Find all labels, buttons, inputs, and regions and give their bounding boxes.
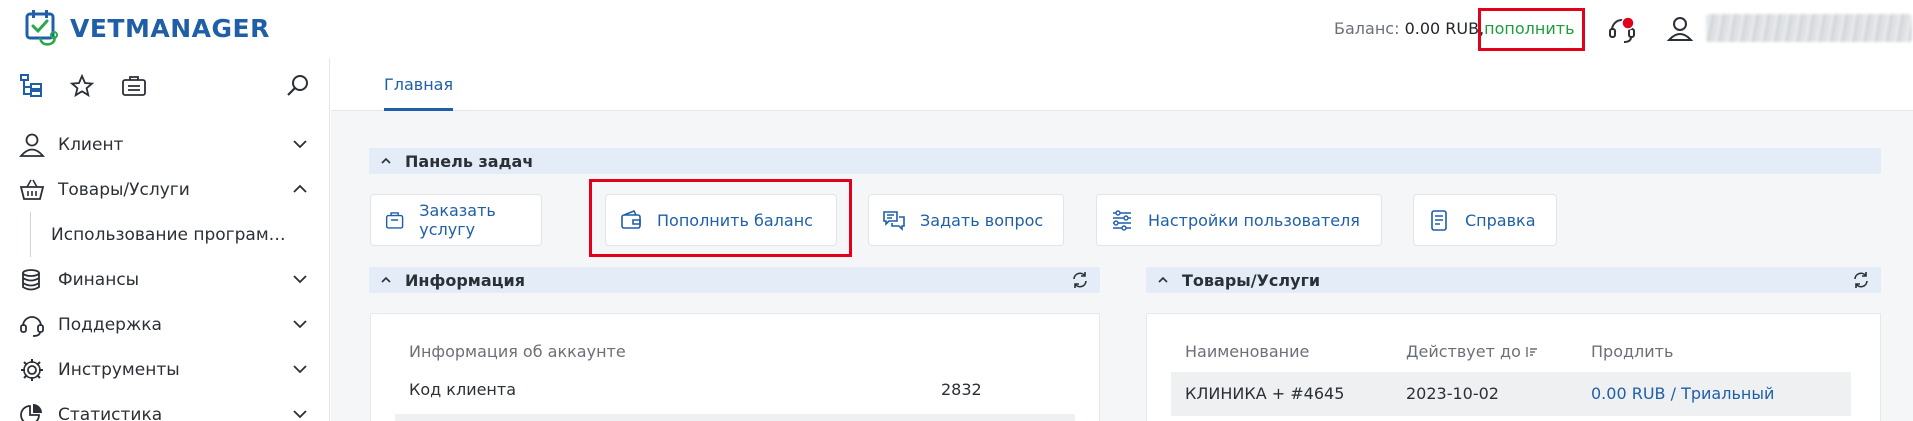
briefcase-icon[interactable]	[120, 72, 148, 100]
button-label: Настройки пользователя	[1148, 210, 1360, 230]
ask-question-button[interactable]: Задать вопрос	[868, 194, 1064, 246]
cell-name: КЛИНИКА + #4645	[1185, 384, 1345, 403]
sidebar-item-label: Финансы	[58, 269, 140, 290]
pie-chart-icon	[20, 403, 42, 421]
column-header-label: Продлить	[1591, 342, 1674, 361]
section-title: Товары/Услуги	[1182, 270, 1321, 290]
sidebar-item-support[interactable]: Поддержка	[0, 302, 330, 347]
sidebar-item-goods-services[interactable]: Товары/Услуги	[0, 167, 330, 212]
info-heading: Информация об аккаунте	[409, 342, 626, 361]
renew-plan-link[interactable]: Триальный	[1681, 384, 1774, 403]
sidebar-item-finance[interactable]: Финансы	[0, 257, 330, 302]
chevron-down-icon	[293, 140, 307, 149]
tab-bar: Главная	[331, 58, 1913, 111]
brand-name: VETMANAGER	[70, 13, 270, 43]
document-icon	[1431, 210, 1447, 231]
main-content: Панель задач Заказать услугу Пополнить б…	[331, 111, 1913, 421]
highlight-topup-balance-button	[589, 179, 852, 257]
info-row-value: 2832	[941, 380, 982, 399]
refresh-icon[interactable]	[1070, 270, 1090, 290]
sidebar-subitem-label: Использование програм…	[51, 224, 286, 245]
notifications-button[interactable]	[1606, 14, 1638, 46]
sidebar-item-label: Товары/Услуги	[58, 179, 190, 200]
info-row: Код клиента 2832	[409, 380, 1069, 399]
section-header-info[interactable]: Информация	[369, 267, 1100, 293]
gear-icon	[21, 358, 43, 381]
chat-icon	[883, 211, 905, 231]
info-row-label: Код клиента	[409, 380, 517, 399]
order-service-button[interactable]: Заказать услугу	[370, 194, 542, 246]
button-label: Задать вопрос	[920, 210, 1044, 230]
highlight-topup-link	[1478, 8, 1585, 51]
sidebar-item-tools[interactable]: Инструменты	[0, 347, 330, 392]
sidebar-item-label: Инструменты	[58, 359, 180, 380]
sidebar-item-client[interactable]: Клиент	[0, 122, 330, 167]
chevron-up-icon	[381, 276, 391, 283]
user-menu[interactable]	[1666, 14, 1913, 42]
section-title: Панель задач	[405, 151, 534, 171]
button-label: Заказать услугу	[419, 201, 496, 239]
section-header-tasks[interactable]: Панель задач	[369, 148, 1881, 174]
headset-icon	[20, 315, 44, 337]
coins-icon	[22, 268, 40, 290]
chevron-down-icon	[293, 365, 307, 374]
logo[interactable]: VETMANAGER	[24, 8, 270, 48]
sidebar-item-label: Статистика	[58, 404, 163, 421]
info-row-next	[395, 414, 1075, 421]
support-notification-icon	[1609, 16, 1635, 43]
chevron-up-icon	[1158, 276, 1168, 283]
renew-separator: /	[1665, 384, 1682, 403]
app-header: VETMANAGER Баланс: 0.00 RUB,пополнить	[0, 0, 1913, 58]
search-icon[interactable]	[284, 72, 312, 100]
chevron-up-icon	[381, 157, 391, 164]
tab-main[interactable]: Главная	[384, 58, 454, 111]
sidebar-subitem-program-usage[interactable]: Использование програм…	[0, 212, 330, 257]
cell-renew: 0.00 RUB / Триальный	[1591, 384, 1774, 403]
help-button[interactable]: Справка	[1413, 194, 1557, 246]
sidebar-item-label: Поддержка	[58, 314, 162, 335]
column-header-label: Действует до	[1406, 342, 1521, 361]
column-header-renew: Продлить	[1591, 342, 1673, 361]
section-header-goods[interactable]: Товары/Услуги	[1146, 267, 1881, 293]
goods-panel: Наименование Действует до Продлить КЛИНИ…	[1146, 313, 1881, 421]
sidebar: Клиент Товары/Услуги Использование прогр…	[0, 58, 330, 421]
button-label: Справка	[1465, 210, 1536, 230]
chevron-down-icon	[293, 275, 307, 284]
balance-label: Баланс:	[1334, 19, 1400, 38]
sidebar-toolbar	[0, 58, 330, 114]
settings-list-icon	[1113, 210, 1131, 231]
sort-icon	[1526, 346, 1537, 357]
column-header-valid-until[interactable]: Действует до	[1406, 342, 1539, 361]
section-title: Информация	[405, 270, 525, 290]
star-icon[interactable]	[68, 72, 96, 100]
info-panel: Информация об аккаунте Код клиента 2832	[370, 313, 1100, 421]
user-avatar-icon	[1666, 17, 1694, 41]
refresh-icon[interactable]	[1851, 270, 1871, 290]
logo-icon	[25, 10, 58, 46]
user-settings-button[interactable]: Настройки пользователя	[1096, 194, 1382, 246]
column-header-name: Наименование	[1185, 342, 1309, 361]
sidebar-item-label: Клиент	[58, 134, 124, 155]
balance-amount: 0.00 RUB,	[1404, 19, 1485, 38]
chevron-down-icon	[293, 320, 307, 329]
tree-structure-icon[interactable]	[18, 72, 46, 100]
column-header-label: Наименование	[1185, 342, 1310, 361]
renew-amount-link[interactable]: 0.00 RUB	[1591, 384, 1666, 403]
chevron-down-icon	[293, 410, 307, 419]
sidebar-item-statistics[interactable]: Статистика	[0, 392, 330, 421]
cell-valid-until: 2023-10-02	[1406, 384, 1499, 403]
chevron-up-icon	[293, 184, 307, 193]
table-row: КЛИНИКА + #4645 2023-10-02 0.00 RUB / Тр…	[1171, 372, 1851, 416]
client-icon	[19, 133, 45, 157]
bag-icon	[385, 212, 404, 229]
user-name-blurred	[1706, 14, 1912, 42]
sidebar-menu: Клиент Товары/Услуги Использование прогр…	[0, 122, 330, 421]
basket-icon	[19, 179, 45, 200]
